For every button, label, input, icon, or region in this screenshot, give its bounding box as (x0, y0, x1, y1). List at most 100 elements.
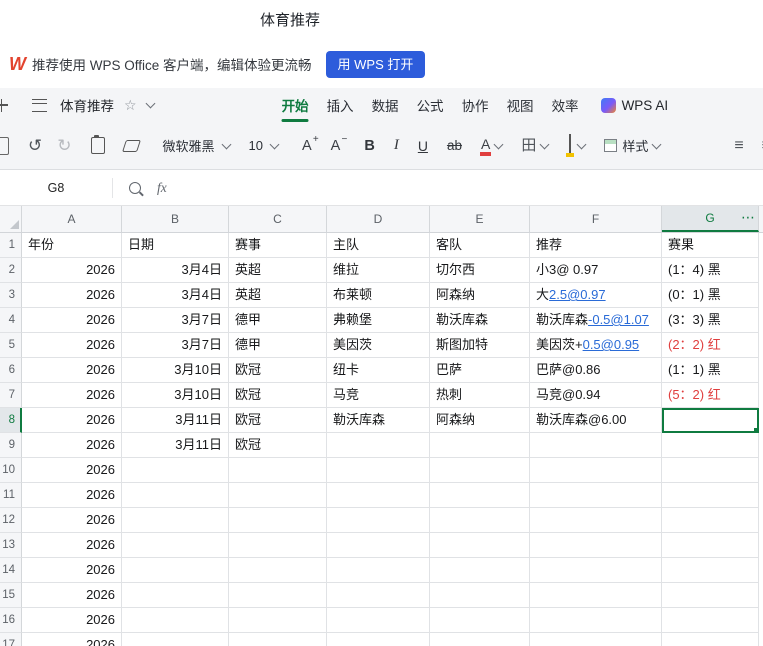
cell-E4[interactable]: 勒沃库森 (430, 308, 530, 333)
cell-D14[interactable] (327, 558, 430, 583)
cell-A3[interactable]: 2026 (22, 283, 122, 308)
cell-E8[interactable]: 阿森纳 (430, 408, 530, 433)
cell-B3[interactable]: 3月4日 (122, 283, 229, 308)
cell-D9[interactable] (327, 433, 430, 458)
favorite-star-icon[interactable]: ☆ (124, 98, 137, 112)
cell-C9[interactable]: 欧冠 (229, 433, 327, 458)
cell-D8[interactable]: 勒沃库森 (327, 408, 430, 433)
cell-E7[interactable]: 热刺 (430, 383, 530, 408)
cell-B1[interactable]: 日期 (122, 233, 229, 258)
cell-D3[interactable]: 布莱顿 (327, 283, 430, 308)
cell-G12[interactable] (662, 508, 759, 533)
redo-button[interactable]: ↻ (57, 137, 71, 154)
cell-A9[interactable]: 2026 (22, 433, 122, 458)
borders-button[interactable]: 田 (521, 138, 550, 153)
cell-F1[interactable]: 推荐 (530, 233, 662, 258)
column-header-D[interactable]: D (327, 206, 430, 232)
cell-A4[interactable]: 2026 (22, 308, 122, 333)
cell-G16[interactable] (662, 608, 759, 633)
cell-B7[interactable]: 3月10日 (122, 383, 229, 408)
tab-公式[interactable]: 公式 (417, 88, 444, 122)
row-header-1[interactable]: 1 (0, 233, 22, 258)
cell-F11[interactable] (530, 483, 662, 508)
cell-C5[interactable]: 德甲 (229, 333, 327, 358)
search-icon[interactable] (129, 181, 141, 194)
cell-F9[interactable] (530, 433, 662, 458)
row-header-7[interactable]: 7 (0, 383, 22, 408)
cell-A11[interactable]: 2026 (22, 483, 122, 508)
row-header-8[interactable]: 8 (0, 408, 22, 433)
align-button[interactable]: ≡ (734, 137, 743, 154)
cell-B9[interactable]: 3月11日 (122, 433, 229, 458)
cell-E11[interactable] (430, 483, 530, 508)
cell-C8[interactable]: 欧冠 (229, 408, 327, 433)
cell-E17[interactable] (430, 633, 530, 646)
cell-G5[interactable]: (2：2) 红 (662, 333, 759, 358)
cell-E9[interactable] (430, 433, 530, 458)
cell-G6[interactable]: (1：1) 黑 (662, 358, 759, 383)
cell-F17[interactable] (530, 633, 662, 646)
cell-A13[interactable]: 2026 (22, 533, 122, 558)
cell-D4[interactable]: 弗赖堡 (327, 308, 430, 333)
cell-B14[interactable] (122, 558, 229, 583)
cell-F12[interactable] (530, 508, 662, 533)
cell-A14[interactable]: 2026 (22, 558, 122, 583)
cell-G14[interactable] (662, 558, 759, 583)
cell-E13[interactable] (430, 533, 530, 558)
cell-A16[interactable]: 2026 (22, 608, 122, 633)
cell-E14[interactable] (430, 558, 530, 583)
cell-F5[interactable]: 美因茨+0.5@0.95 (530, 333, 662, 358)
cell-G13[interactable] (662, 533, 759, 558)
cell-D7[interactable]: 马竞 (327, 383, 430, 408)
open-in-wps-button[interactable]: 用 WPS 打开 (325, 50, 426, 78)
cell-B4[interactable]: 3月7日 (122, 308, 229, 333)
cell-F14[interactable] (530, 558, 662, 583)
cell-C3[interactable]: 英超 (229, 283, 327, 308)
row-header-6[interactable]: 6 (0, 358, 22, 383)
cell-G17[interactable] (662, 633, 759, 646)
column-header-C[interactable]: C (229, 206, 327, 232)
cell-F6[interactable]: 巴萨@0.86 (530, 358, 662, 383)
paste-button[interactable] (90, 135, 105, 154)
cell-styles-button[interactable]: 样式 (604, 136, 662, 155)
cell-E16[interactable] (430, 608, 530, 633)
cell-C17[interactable] (229, 633, 327, 646)
cell-G4[interactable]: (3：3) 黑 (662, 308, 759, 333)
cell-G2[interactable]: (1：4) 黑 (662, 258, 759, 283)
cell-E12[interactable] (430, 508, 530, 533)
font-family-select[interactable]: 微软雅黑 (163, 136, 231, 155)
italic-button[interactable]: I (394, 137, 399, 154)
cell-D13[interactable] (327, 533, 430, 558)
cell-B2[interactable]: 3月4日 (122, 258, 229, 283)
cell-E2[interactable]: 切尔西 (430, 258, 530, 283)
tab-视图[interactable]: 视图 (507, 88, 534, 122)
row-header-10[interactable]: 10 (0, 458, 22, 483)
cell-G7[interactable]: (5：2) 红 (662, 383, 759, 408)
cell-F4[interactable]: 勒沃库森-0.5@1.07 (530, 308, 662, 333)
cell-G11[interactable] (662, 483, 759, 508)
fx-icon[interactable]: fx (157, 180, 167, 196)
clipped-toolbar-icon[interactable] (0, 136, 9, 155)
column-header-B[interactable]: B (122, 206, 229, 232)
column-header-F[interactable]: F (530, 206, 662, 232)
bet-link[interactable]: 2.5@0.97 (549, 287, 606, 302)
cell-F10[interactable] (530, 458, 662, 483)
cell-E3[interactable]: 阿森纳 (430, 283, 530, 308)
cell-A17[interactable]: 2026 (22, 633, 122, 646)
cell-B6[interactable]: 3月10日 (122, 358, 229, 383)
cell-D12[interactable] (327, 508, 430, 533)
cell-D15[interactable] (327, 583, 430, 608)
row-header-13[interactable]: 13 (0, 533, 22, 558)
select-all-corner[interactable] (0, 206, 22, 232)
tab-插入[interactable]: 插入 (327, 88, 354, 122)
cell-D1[interactable]: 主队 (327, 233, 430, 258)
cell-F16[interactable] (530, 608, 662, 633)
cell-C15[interactable] (229, 583, 327, 608)
row-header-14[interactable]: 14 (0, 558, 22, 583)
tab-数据[interactable]: 数据 (372, 88, 399, 122)
cell-A15[interactable]: 2026 (22, 583, 122, 608)
row-header-2[interactable]: 2 (0, 258, 22, 283)
decrease-font-button[interactable]: A (331, 134, 347, 154)
cell-C12[interactable] (229, 508, 327, 533)
row-header-15[interactable]: 15 (0, 583, 22, 608)
